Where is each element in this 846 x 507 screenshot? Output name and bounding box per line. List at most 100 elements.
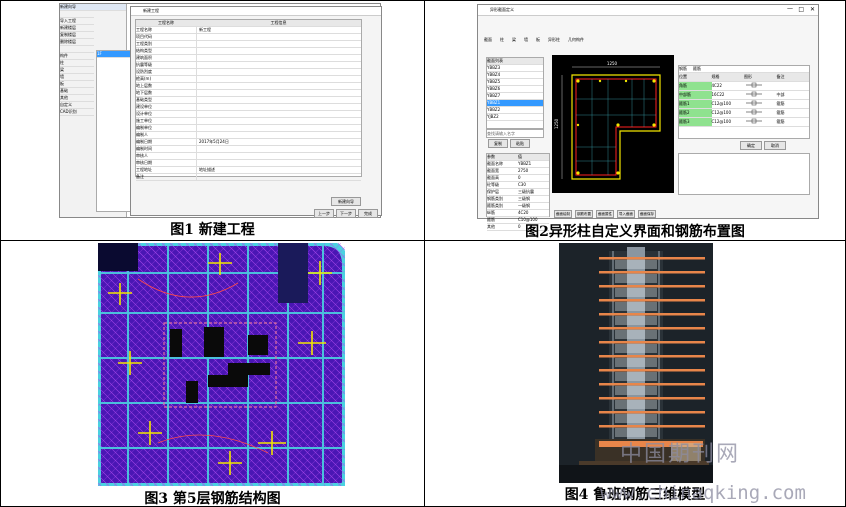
field-value[interactable] xyxy=(197,153,361,159)
field-value[interactable] xyxy=(197,118,361,124)
field-value[interactable] xyxy=(197,48,361,54)
left-panel-item[interactable]: 删除楼层 xyxy=(60,39,94,46)
finish-button[interactable]: 完成 xyxy=(358,209,378,218)
left-panel-item[interactable]: 导入工程 xyxy=(60,18,94,25)
rebar-cell[interactable]: 箍筋 xyxy=(777,109,810,117)
field-value[interactable] xyxy=(197,160,361,166)
field-value[interactable] xyxy=(197,132,361,138)
field-value[interactable] xyxy=(197,111,361,117)
left-panel-item[interactable]: 复制楼层 xyxy=(60,32,94,39)
field-value[interactable] xyxy=(197,104,361,110)
rebar-cell[interactable]: 箍筋 xyxy=(777,118,810,126)
mid-panel-selected[interactable]: 1F xyxy=(97,51,131,58)
field-value[interactable] xyxy=(197,125,361,131)
field-value[interactable] xyxy=(197,62,361,68)
close-icon[interactable]: ✕ xyxy=(810,6,815,13)
canvas-tool-button[interactable]: 截面保存 xyxy=(638,210,656,218)
rebar-cell[interactable]: 箍筋 xyxy=(777,100,810,108)
ok-button[interactable]: 确定 xyxy=(740,141,762,150)
left-panel-item[interactable]: 构件 xyxy=(60,53,94,60)
tab-item[interactable]: 板 xyxy=(536,37,540,45)
list-item[interactable]: YBBZ6 xyxy=(487,86,543,93)
left-panel-item[interactable] xyxy=(60,46,94,53)
field-value[interactable] xyxy=(197,34,361,40)
field-value[interactable] xyxy=(197,55,361,61)
rebar-cell[interactable]: C12@100 xyxy=(712,100,745,108)
field-value[interactable] xyxy=(197,90,361,96)
copy-button[interactable]: 复制 xyxy=(488,139,508,148)
tab-item[interactable]: 截面 xyxy=(484,37,492,45)
list-item[interactable]: YBBZ4 xyxy=(487,72,543,79)
rebar-tab[interactable]: 钢筋 xyxy=(679,66,687,72)
field-value[interactable] xyxy=(197,146,361,152)
list-item[interactable]: YJBZ2 xyxy=(487,114,543,121)
prev-button[interactable]: 上一步 xyxy=(314,209,334,218)
new-wizard-button[interactable]: 新建向导 xyxy=(331,197,361,206)
tab-item[interactable]: 异形柱 xyxy=(548,37,560,45)
field-value[interactable] xyxy=(197,97,361,103)
tab-item[interactable]: 柱 xyxy=(500,37,504,45)
left-panel-item[interactable]: 墙 xyxy=(60,74,94,81)
prop-value[interactable]: 2750 xyxy=(518,168,549,174)
rebar-cell[interactable] xyxy=(744,118,777,126)
prop-value[interactable]: 0 xyxy=(518,175,549,181)
prop-value[interactable]: YBBZ1 xyxy=(518,161,549,167)
tab-item[interactable]: 梁 xyxy=(512,37,516,45)
left-panel-item[interactable] xyxy=(60,11,94,18)
rebar-cell[interactable]: 16C22 xyxy=(712,91,745,99)
left-panel-item[interactable]: 基础 xyxy=(60,88,94,95)
prop-value[interactable]: 三级抗震 xyxy=(518,189,549,195)
search-input[interactable]: 查找请输入名字 xyxy=(486,129,544,138)
rebar-cell[interactable]: 4C22 xyxy=(712,82,745,90)
field-value[interactable]: 地址描述 xyxy=(197,167,361,173)
rebar-cell[interactable]: C12@100 xyxy=(712,109,745,117)
rebar-cell[interactable] xyxy=(744,91,777,99)
prop-value[interactable]: 4C20 xyxy=(518,210,549,216)
rebar-cell[interactable]: 备注 xyxy=(777,73,810,81)
prop-value[interactable]: 值 xyxy=(518,154,549,160)
cad-canvas[interactable]: 1250 1250 xyxy=(552,55,674,193)
field-value[interactable] xyxy=(197,69,361,75)
field-value[interactable]: 2017年5月24日 xyxy=(197,139,361,145)
left-panel-item[interactable]: CAD识别 xyxy=(60,109,94,116)
cancel-button[interactable]: 取消 xyxy=(764,141,786,150)
field-value[interactable] xyxy=(197,174,361,180)
prop-value[interactable]: 三级钢 xyxy=(518,196,549,202)
list-item[interactable]: YBBZ7 xyxy=(487,93,543,100)
list-item[interactable]: YBBZ2 xyxy=(487,107,543,114)
rebar-tab[interactable]: 箍筋 xyxy=(693,66,701,72)
field-value[interactable] xyxy=(197,76,361,82)
field-value[interactable] xyxy=(197,41,361,47)
list-item[interactable]: YBBZ1 xyxy=(487,100,543,107)
rebar-cell[interactable] xyxy=(777,82,810,90)
left-panel-item[interactable]: 其他 xyxy=(60,95,94,102)
next-button[interactable]: 下一步 xyxy=(336,209,356,218)
field-value[interactable] xyxy=(197,83,361,89)
left-panel-item[interactable]: 梁 xyxy=(60,67,94,74)
list-item[interactable]: YBBZ3 xyxy=(487,65,543,72)
list-item[interactable]: YBBZ5 xyxy=(487,79,543,86)
tab-item[interactable]: 几何构件 xyxy=(568,37,584,45)
rebar-cell[interactable] xyxy=(744,100,777,108)
left-panel-item[interactable]: 板 xyxy=(60,81,94,88)
rebar-cell[interactable]: 图形 xyxy=(744,73,777,81)
tab-item[interactable]: 墙 xyxy=(524,37,528,45)
canvas-tool-button[interactable]: 截面属性 xyxy=(596,210,614,218)
left-panel-item[interactable]: 新建楼层 xyxy=(60,25,94,32)
canvas-tool-button[interactable]: 导入截面 xyxy=(617,210,635,218)
prop-value[interactable]: C30 xyxy=(518,182,549,188)
rebar-cell[interactable] xyxy=(744,82,777,90)
minimize-icon[interactable]: — xyxy=(787,5,793,12)
left-panel-item[interactable]: 自定义 xyxy=(60,102,94,109)
rebar-cell[interactable]: C12@100 xyxy=(712,118,745,126)
paste-button[interactable]: 粘贴 xyxy=(510,139,530,148)
maximize-icon[interactable]: □ xyxy=(798,6,804,13)
rebar-cell[interactable]: 中部 xyxy=(777,91,810,99)
rebar-cell[interactable]: 规格 xyxy=(712,73,745,81)
canvas-tool-button[interactable]: 截面绘制 xyxy=(554,210,572,218)
canvas-tool-button[interactable]: 钢筋布置 xyxy=(575,210,593,218)
prop-value[interactable]: 一级钢 xyxy=(518,203,549,209)
rebar-cell[interactable] xyxy=(744,109,777,117)
field-value[interactable]: 新工程 xyxy=(197,27,361,33)
left-panel-item[interactable]: 柱 xyxy=(60,60,94,67)
